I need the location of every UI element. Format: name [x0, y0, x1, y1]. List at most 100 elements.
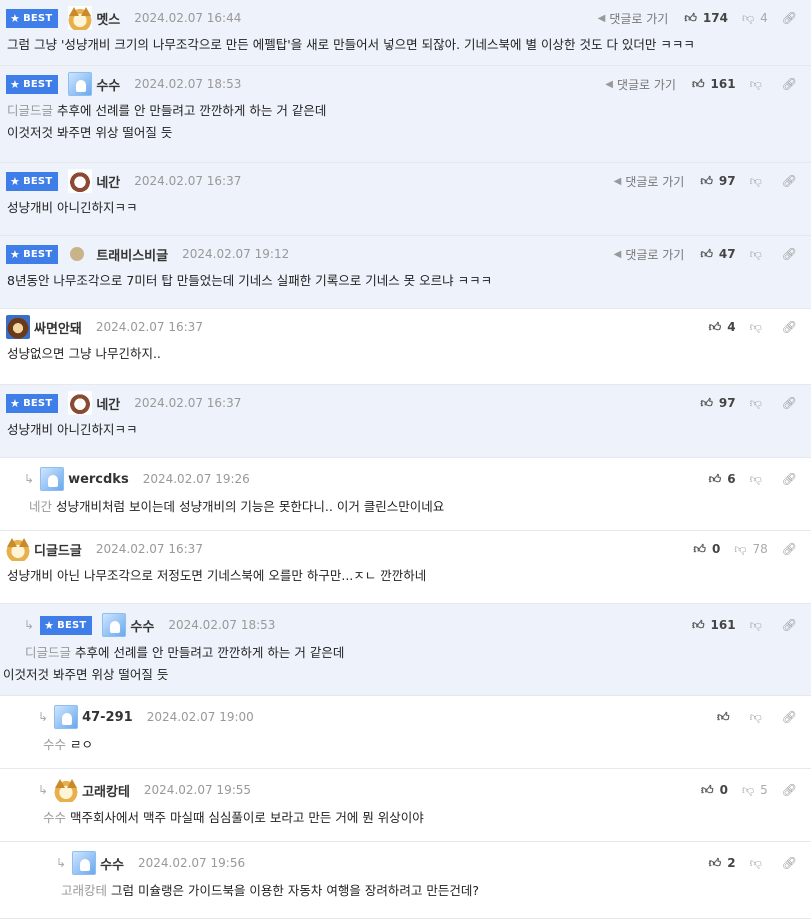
best-badge: ★ BEST	[40, 615, 93, 635]
dislike-button[interactable]: 👎︎ 78	[734, 542, 767, 557]
avatar[interactable]	[68, 72, 93, 96]
thumbs-down-icon: 👎︎	[734, 541, 747, 556]
avatar[interactable]	[68, 391, 93, 415]
like-button[interactable]: 👍︎ 2	[709, 856, 736, 871]
send-icon: ◀	[613, 248, 622, 260]
mention-ref[interactable]: 고래캉테	[61, 883, 107, 898]
link-icon[interactable]: 🔗︎	[782, 247, 797, 261]
thumbs-up-icon: 👍︎	[691, 617, 705, 632]
author-nickname[interactable]: 고래캉테	[82, 781, 130, 800]
thumbs-down-icon: 👎︎	[749, 855, 762, 870]
like-button[interactable]: 👍︎ 161	[692, 77, 736, 92]
mention-ref[interactable]: 디글드글	[25, 645, 71, 660]
comment-body: 8년동안 나무조각으로 7미터 탑 만들었는데 기네스 실패한 기록으로 기네스…	[7, 273, 493, 288]
mention-ref[interactable]: 디글드글	[7, 103, 53, 118]
dislike-button[interactable]: 👎︎	[750, 472, 768, 487]
like-count: 0	[719, 783, 728, 797]
like-button[interactable]: 👍︎ 0	[693, 542, 720, 557]
mention-ref[interactable]: 수수	[43, 810, 66, 825]
like-count: 0	[711, 542, 721, 556]
dislike-button[interactable]: 👎︎ 4	[742, 11, 768, 26]
comment-item: ↳ 47-291 2024.02.07 19:00 👍︎ 👎︎ 🔗︎ 수수 ㄹㅇ	[0, 696, 811, 769]
mention-ref[interactable]: 네간	[29, 499, 52, 514]
avatar[interactable]	[40, 467, 65, 491]
go-to-reply-link[interactable]: ◀ 댓글로 가기	[614, 173, 685, 190]
best-badge-label: BEST	[23, 12, 53, 24]
go-to-reply-link[interactable]: ◀ 댓글로 가기	[614, 246, 685, 263]
author-nickname[interactable]: 네간	[96, 394, 120, 413]
like-button[interactable]: 👍︎ 97	[700, 396, 735, 411]
author-nickname[interactable]: 디글드글	[34, 540, 82, 559]
dislike-button[interactable]: 👎︎	[750, 174, 768, 189]
dislike-button[interactable]: 👎︎	[750, 710, 768, 725]
link-icon[interactable]: 🔗︎	[782, 77, 797, 91]
reply-arrow-icon: ↳	[56, 856, 67, 870]
thumbs-down-icon: 👎︎	[749, 246, 762, 261]
author-nickname[interactable]: 수수	[96, 75, 120, 94]
dislike-button[interactable]: 👎︎	[750, 77, 768, 92]
link-icon[interactable]: 🔗︎	[782, 783, 797, 797]
author-nickname[interactable]: 멧스	[96, 9, 120, 28]
comment-actions: ◀ 댓글로 가기 👍︎ 97 👎︎ 🔗︎	[614, 172, 797, 190]
dislike-button[interactable]: 👎︎	[750, 320, 768, 335]
avatar[interactable]	[54, 778, 79, 802]
dislike-button[interactable]: 👎︎ 5	[742, 783, 768, 798]
avatar[interactable]	[68, 169, 93, 193]
avatar[interactable]	[70, 247, 85, 261]
link-icon[interactable]: 🔗︎	[782, 174, 797, 188]
dislike-button[interactable]: 👎︎	[750, 396, 768, 411]
author-nickname[interactable]: 수수	[130, 616, 154, 635]
like-count: 6	[727, 472, 736, 486]
avatar[interactable]	[54, 705, 79, 729]
thumbs-down-icon: 👎︎	[749, 395, 762, 410]
author-nickname[interactable]: 트래비스비글	[96, 245, 168, 264]
like-button[interactable]: 👍︎ 47	[700, 247, 735, 262]
author-nickname[interactable]: 네간	[96, 172, 120, 191]
author-nickname[interactable]: 수수	[100, 854, 124, 873]
comment-body: 성냥개비 아니긴하지ㅋㅋ	[7, 200, 138, 215]
like-button[interactable]: 👍︎ 0	[701, 783, 728, 798]
like-button[interactable]: 👍︎ 161	[692, 618, 736, 633]
thumbs-down-icon: 👎︎	[749, 76, 762, 91]
avatar[interactable]	[6, 315, 30, 339]
link-icon[interactable]: 🔗︎	[782, 472, 797, 486]
link-icon[interactable]: 🔗︎	[782, 11, 797, 25]
comment-actions: ◀ 댓글로 가기 👍︎ 161 👎︎ 🔗︎	[605, 75, 797, 93]
like-button[interactable]: 👍︎ 174	[684, 11, 728, 26]
mention-ref[interactable]: 수수	[43, 737, 66, 752]
best-badge: ★ BEST	[6, 74, 59, 94]
like-button[interactable]: 👍︎ 97	[700, 174, 735, 189]
dislike-button[interactable]: 👎︎	[750, 247, 768, 262]
like-button[interactable]: 👍︎	[717, 710, 736, 725]
link-icon[interactable]: 🔗︎	[782, 320, 797, 334]
dislike-button[interactable]: 👎︎	[750, 856, 768, 871]
avatar[interactable]	[6, 537, 30, 561]
comment-date: 2024.02.07 19:12	[182, 247, 290, 261]
avatar[interactable]	[102, 613, 127, 637]
comment-header: ★ BEST 트래비스비글 2024.02.07 19:12	[6, 244, 290, 264]
go-to-reply-link[interactable]: ◀ 댓글로 가기	[605, 76, 676, 93]
thumbs-up-icon: 👍︎	[700, 395, 713, 410]
link-icon[interactable]: 🔗︎	[782, 710, 797, 724]
link-icon[interactable]: 🔗︎	[782, 396, 797, 410]
author-nickname[interactable]: wercdks	[68, 472, 129, 487]
link-icon[interactable]: 🔗︎	[782, 856, 797, 870]
go-to-reply-link[interactable]: ◀ 댓글로 가기	[598, 10, 669, 27]
comment-header: ↳ 수수 2024.02.07 19:56	[56, 851, 245, 875]
author-nickname[interactable]: 싸면안돼	[34, 318, 82, 337]
comment-line: 그럼 그냥 '성냥개비 크기의 나무조각으로 만든 에펠탑'을 새로 만들어서 …	[7, 34, 695, 56]
link-icon[interactable]: 🔗︎	[782, 542, 797, 556]
avatar[interactable]	[68, 6, 93, 30]
like-button[interactable]: 👍︎ 4	[709, 320, 736, 335]
avatar[interactable]	[72, 851, 97, 875]
comment-date: 2024.02.07 18:53	[134, 77, 242, 91]
link-icon[interactable]: 🔗︎	[782, 618, 797, 632]
comment-line: 성냥개비 아닌 나무조각으로 저정도면 기네스북에 오를만 하구만...ㅈㄴ 깐…	[7, 565, 426, 587]
go-to-reply-label: 댓글로 가기	[625, 174, 685, 189]
best-badge-label: BEST	[23, 397, 53, 409]
thumbs-up-icon: 👍︎	[717, 709, 730, 724]
dislike-button[interactable]: 👎︎	[750, 618, 768, 633]
thumbs-down-icon: 👎︎	[741, 10, 755, 25]
like-button[interactable]: 👍︎ 6	[709, 472, 736, 487]
author-nickname[interactable]: 47-291	[82, 710, 133, 725]
